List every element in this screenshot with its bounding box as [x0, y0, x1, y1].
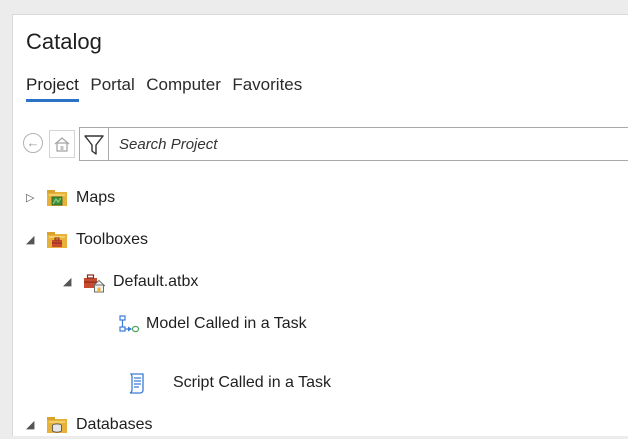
- search-field: [108, 127, 628, 161]
- tab-portal[interactable]: Portal: [90, 75, 134, 99]
- folder-toolbox-icon: [47, 232, 67, 248]
- folder-map-icon: [47, 190, 67, 206]
- model-icon: [119, 315, 140, 333]
- catalog-toolbar: ←: [23, 127, 628, 161]
- folder-database-icon: [47, 417, 67, 433]
- tree-item-label: Model Called in a Task: [146, 315, 307, 332]
- tree-item-label: Maps: [76, 189, 116, 206]
- tree-item-label: Toolboxes: [76, 231, 149, 248]
- tree-item-label: Default.atbx: [113, 273, 199, 290]
- script-icon: [129, 373, 144, 394]
- collapse-arrow-icon[interactable]: ◢: [26, 226, 38, 254]
- home-icon: [54, 137, 70, 152]
- back-button[interactable]: ←: [23, 133, 43, 153]
- toolbox-home-icon: [84, 274, 105, 293]
- tree-item-label: Databases: [76, 416, 153, 433]
- collapse-arrow-icon[interactable]: ◢: [63, 268, 75, 296]
- catalog-tabs: Project Portal Computer Favorites: [26, 75, 309, 107]
- tab-favorites[interactable]: Favorites: [232, 75, 302, 99]
- expand-arrow-icon[interactable]: ▷: [26, 184, 38, 212]
- filter-icon: [84, 135, 104, 155]
- catalog-pane: Catalog Project Portal Computer Favorite…: [12, 14, 628, 436]
- back-arrow-icon: ←: [26, 135, 40, 150]
- filter-button[interactable]: [79, 127, 109, 161]
- home-button[interactable]: [49, 130, 75, 158]
- collapse-arrow-icon[interactable]: ◢: [26, 411, 38, 439]
- search-input[interactable]: [109, 128, 628, 160]
- tree-item-label: Script Called in a Task: [173, 374, 331, 391]
- tab-computer[interactable]: Computer: [146, 75, 221, 99]
- pane-title: Catalog: [26, 29, 102, 54]
- tab-project[interactable]: Project: [26, 75, 79, 102]
